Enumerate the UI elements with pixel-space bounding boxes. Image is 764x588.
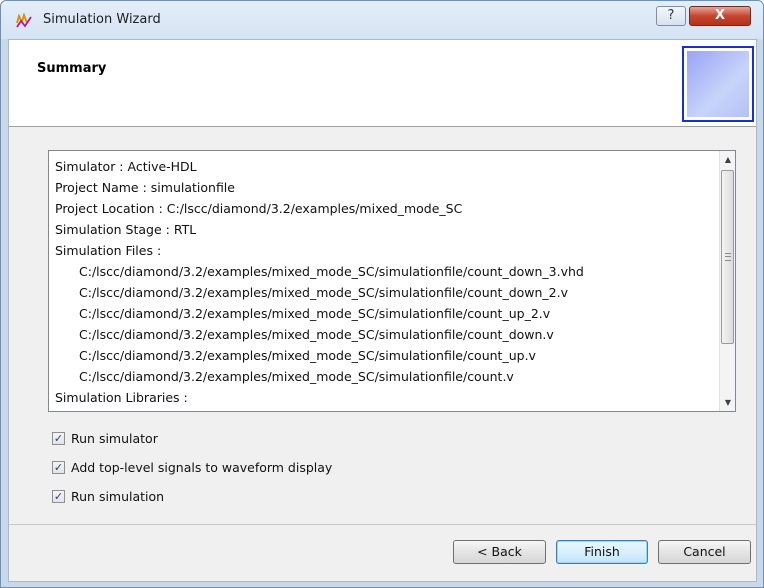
summary-file-line: C:/lscc/diamond/3.2/examples/mixed_mode_… xyxy=(79,264,584,279)
summary-line: Simulation Files : xyxy=(55,243,162,258)
summary-line: Simulation Stage : RTL xyxy=(55,222,197,237)
footer-divider xyxy=(9,524,756,525)
window-title: Simulation Wizard xyxy=(43,12,161,27)
summary-lines: Simulator : Active-HDL Project Name : sim… xyxy=(55,156,715,408)
scroll-down-arrow-icon[interactable]: ▼ xyxy=(720,394,735,411)
summary-file-line: C:/lscc/diamond/3.2/examples/mixed_mode_… xyxy=(79,306,551,321)
back-button[interactable]: < Back xyxy=(453,540,546,564)
wizard-app-icon xyxy=(16,13,32,28)
title-bar[interactable]: Simulation Wizard ? X xyxy=(1,1,763,39)
scroll-up-arrow-icon[interactable]: ▲ xyxy=(720,151,735,168)
summary-line: Project Location : C:/lscc/diamond/3.2/e… xyxy=(55,201,463,216)
summary-line: Simulator : Active-HDL xyxy=(55,159,197,174)
checkbox-label: Run simulation xyxy=(71,488,165,504)
finish-button[interactable]: Finish xyxy=(556,540,648,564)
wizard-header: Summary xyxy=(9,40,756,127)
summary-file-line: C:/lscc/diamond/3.2/examples/mixed_mode_… xyxy=(79,348,536,363)
summary-line: Simulation Libraries : xyxy=(55,390,188,405)
summary-line: Project Name : simulationfile xyxy=(55,180,235,195)
wizard-banner-image xyxy=(682,46,754,122)
help-button[interactable]: ? xyxy=(656,6,686,26)
option-run-simulator[interactable]: ✓ Run simulator xyxy=(52,430,158,446)
checkbox-add-top-level-signals[interactable]: ✓ xyxy=(52,460,65,474)
scroll-thumb[interactable] xyxy=(721,170,734,344)
checkbox-label: Run simulator xyxy=(71,430,158,446)
wizard-body: Summary Simulator : Active-HDL Project Na… xyxy=(8,39,757,582)
checkbox-label: Add top-level signals to waveform displa… xyxy=(71,459,333,475)
summary-text-area[interactable]: Simulator : Active-HDL Project Name : sim… xyxy=(48,150,736,412)
summary-file-line: C:/lscc/diamond/3.2/examples/mixed_mode_… xyxy=(79,327,554,342)
summary-file-line: C:/lscc/diamond/3.2/examples/mixed_mode_… xyxy=(79,285,569,300)
checkbox-run-simulation[interactable]: ✓ xyxy=(52,489,65,503)
simulation-wizard-window: Simulation Wizard ? X Summary Simulator … xyxy=(0,0,764,588)
page-title: Summary xyxy=(37,61,107,76)
option-run-simulation[interactable]: ✓ Run simulation xyxy=(52,488,164,504)
close-button[interactable]: X xyxy=(689,6,751,26)
summary-file-line: C:/lscc/diamond/3.2/examples/mixed_mode_… xyxy=(79,369,514,384)
vertical-scrollbar[interactable]: ▲ ▼ xyxy=(719,151,735,411)
checkbox-run-simulator[interactable]: ✓ xyxy=(52,431,65,445)
option-add-top-level-signals[interactable]: ✓ Add top-level signals to waveform disp… xyxy=(52,459,332,475)
cancel-button[interactable]: Cancel xyxy=(658,540,751,564)
